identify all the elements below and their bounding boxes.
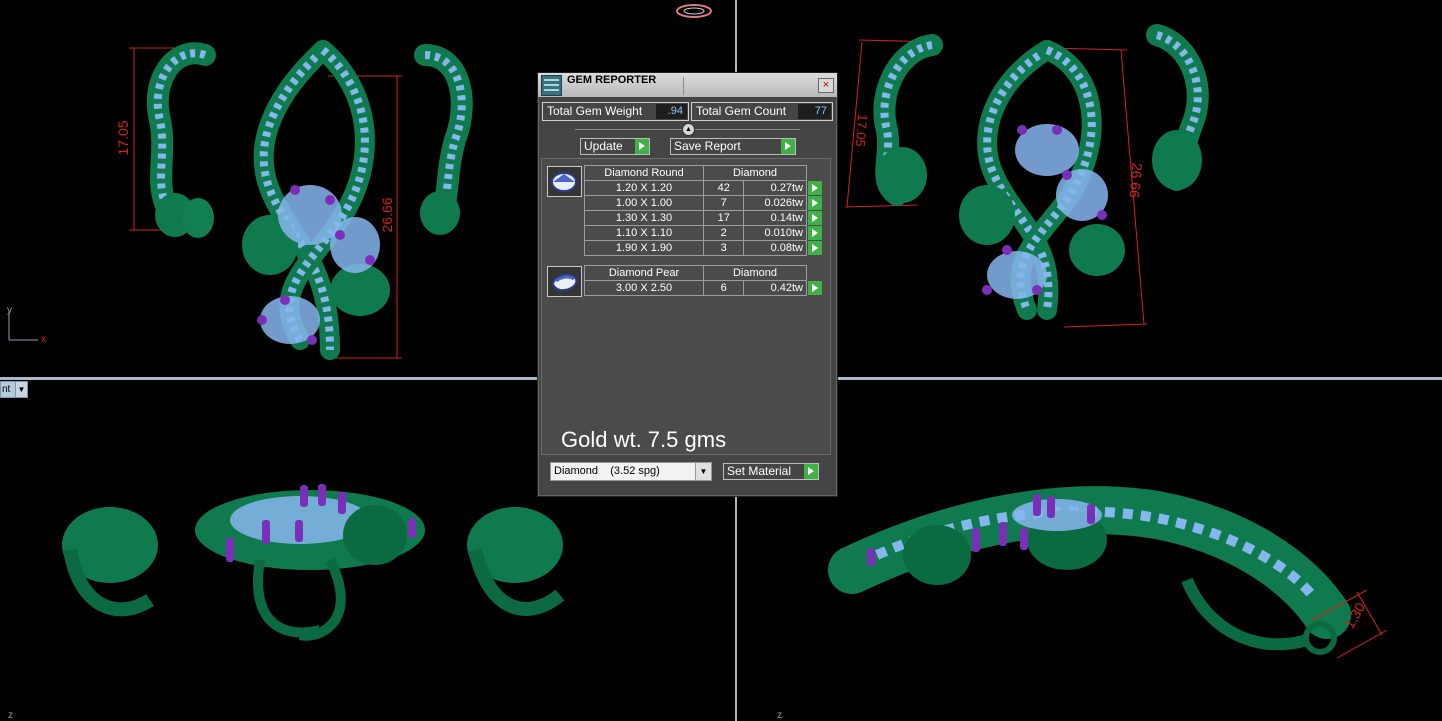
table-row[interactable]: 1.10 X 1.10 2 0.010tw bbox=[584, 225, 825, 241]
save-report-button[interactable]: Save Report bbox=[670, 138, 796, 155]
gem-list-area: Diamond Round Diamond 1.20 X 1.20 42 0.2… bbox=[541, 158, 831, 455]
axis-z-label: z bbox=[777, 710, 782, 721]
total-gem-weight-value: .94 bbox=[656, 104, 687, 119]
gem-weight-cell: 0.14tw bbox=[743, 210, 807, 226]
gem-size-cell: 1.00 X 1.00 bbox=[584, 195, 704, 211]
viewport-bottom-right[interactable]: 1.30 z bbox=[737, 380, 1442, 721]
select-gems-button[interactable] bbox=[808, 181, 822, 195]
panel-title: GEM REPORTER bbox=[567, 74, 657, 86]
collapse-toggle-icon[interactable]: ▲ bbox=[682, 123, 695, 136]
total-gem-weight-label: Total Gem Weight bbox=[547, 104, 643, 118]
axis-y-label: y bbox=[7, 305, 12, 316]
update-button[interactable]: Update bbox=[580, 138, 650, 155]
total-gem-count-value: 77 bbox=[798, 104, 831, 119]
update-button-label: Update bbox=[584, 139, 623, 153]
diamond-round-icon bbox=[547, 166, 582, 197]
set-material-button-label: Set Material bbox=[727, 464, 792, 478]
axis-z-label: z bbox=[8, 710, 13, 721]
chevron-down-icon: ▼ bbox=[695, 463, 711, 480]
gem-weight-cell: 0.010tw bbox=[743, 225, 807, 241]
play-arrow-icon bbox=[635, 139, 649, 154]
total-gem-count-label: Total Gem Count bbox=[696, 104, 787, 118]
panel-titlebar[interactable]: GEM REPORTER × bbox=[538, 73, 837, 97]
diamond-pear-icon bbox=[547, 266, 582, 297]
gem-size-cell: 1.20 X 1.20 bbox=[584, 180, 704, 196]
chevron-down-icon: ▼ bbox=[15, 382, 27, 397]
gem-count-cell: 17 bbox=[702, 210, 745, 226]
table-row[interactable]: 1.20 X 1.20 42 0.27tw bbox=[584, 180, 825, 196]
material-select-value: Diamond (3.52 spg) bbox=[554, 465, 660, 477]
table-row[interactable]: 1.00 X 1.00 7 0.026tw bbox=[584, 195, 825, 211]
gem-reporter-app-icon bbox=[541, 75, 562, 96]
viewport-label-text: nt bbox=[2, 384, 11, 395]
dimension-label-left: 17.05 bbox=[853, 114, 871, 148]
material-select[interactable]: Diamond (3.52 spg) ▼ bbox=[550, 462, 712, 481]
gem-count-cell: 7 bbox=[702, 195, 745, 211]
table-row[interactable]: 1.90 X 1.90 3 0.08tw bbox=[584, 240, 825, 256]
close-button[interactable]: × bbox=[818, 78, 834, 93]
titlebar-separator bbox=[683, 77, 684, 95]
set-material-button[interactable]: Set Material bbox=[723, 463, 819, 480]
total-gem-count-field: Total Gem Count 77 bbox=[691, 102, 833, 121]
gem-count-cell: 3 bbox=[702, 240, 745, 256]
play-arrow-icon bbox=[781, 139, 795, 154]
gem-count-cell: 6 bbox=[702, 280, 745, 296]
play-arrow-icon bbox=[804, 464, 818, 479]
dimension-label-right: 26.66 bbox=[1126, 162, 1145, 199]
gem-weight-cell: 0.08tw bbox=[743, 240, 807, 256]
gem-size-cell: 1.30 X 1.30 bbox=[584, 210, 704, 226]
gem-weight-cell: 0.27tw bbox=[743, 180, 807, 196]
save-report-button-label: Save Report bbox=[674, 139, 741, 153]
gem-count-cell: 2 bbox=[702, 225, 745, 241]
table-row[interactable]: 3.00 X 2.50 6 0.42tw bbox=[584, 280, 825, 296]
total-gem-weight-field: Total Gem Weight .94 bbox=[542, 102, 689, 121]
gem-material-header: Diamond bbox=[703, 265, 807, 281]
diamond-round-table: Diamond Round Diamond 1.20 X 1.20 42 0.2… bbox=[584, 165, 825, 256]
axis-x-label: x bbox=[41, 334, 46, 345]
table-header-row: Diamond Round Diamond bbox=[584, 165, 825, 181]
gem-shape-header: Diamond Pear bbox=[584, 265, 704, 281]
table-row[interactable]: 1.30 X 1.30 17 0.14tw bbox=[584, 210, 825, 226]
viewport-label-dropdown[interactable]: nt ▼ bbox=[0, 381, 28, 398]
select-gems-button[interactable] bbox=[808, 281, 822, 295]
gem-size-cell: 1.90 X 1.90 bbox=[584, 240, 704, 256]
gem-reporter-panel: GEM REPORTER × Total Gem Weight .94 Tota… bbox=[537, 72, 838, 497]
select-gems-button[interactable] bbox=[808, 241, 822, 255]
select-gems-button[interactable] bbox=[808, 196, 822, 210]
table-header-row: Diamond Pear Diamond bbox=[584, 265, 825, 281]
dimension-label-left: 17.05 bbox=[115, 120, 131, 155]
viewport-top-right[interactable]: 17.05 26.66 bbox=[737, 0, 1442, 377]
gem-material-header: Diamond bbox=[703, 165, 807, 181]
gold-weight-note: Gold wt. 7.5 gms bbox=[561, 427, 727, 452]
select-gems-button[interactable] bbox=[808, 211, 822, 225]
diamond-pear-table: Diamond Pear Diamond 3.00 X 2.50 6 0.42t… bbox=[584, 265, 825, 296]
gem-weight-cell: 0.42tw bbox=[743, 280, 807, 296]
dimension-label-right: 26.66 bbox=[379, 197, 395, 232]
select-gems-button[interactable] bbox=[808, 226, 822, 240]
perspective-top-drawing: 17.05 26.66 bbox=[844, 24, 1209, 328]
gem-count-cell: 42 bbox=[702, 180, 745, 196]
gem-size-cell: 3.00 X 2.50 bbox=[584, 280, 704, 296]
gem-shape-header: Diamond Round bbox=[584, 165, 704, 181]
view-cube-icon[interactable] bbox=[676, 2, 712, 18]
gem-weight-cell: 0.026tw bbox=[743, 195, 807, 211]
gem-size-cell: 1.10 X 1.10 bbox=[584, 225, 704, 241]
perspective-side-drawing: 1.30 z bbox=[777, 486, 1388, 721]
